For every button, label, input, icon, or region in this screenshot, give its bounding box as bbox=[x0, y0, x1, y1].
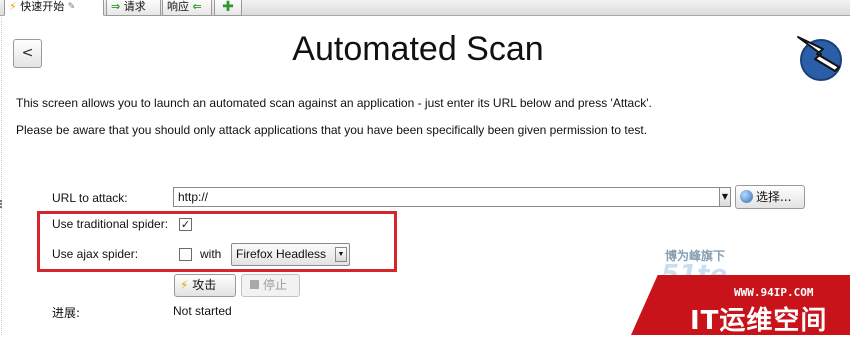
arrow-left-icon: ⇐ bbox=[192, 0, 202, 13]
tab-quick-start-label: 快速开始 bbox=[20, 0, 65, 13]
arrow-right-icon: ⇒ bbox=[111, 0, 121, 13]
watermark-url: WWW.94IP.COM bbox=[734, 286, 814, 299]
stop-button[interactable]: 停止 bbox=[241, 274, 300, 297]
pin-icon: ✎ bbox=[67, 2, 76, 12]
progress-status: Not started bbox=[173, 304, 232, 318]
select-url-button[interactable]: 选择... bbox=[735, 185, 805, 209]
url-label: URL to attack: bbox=[52, 191, 128, 205]
tab-response[interactable]: 响应 ⇐ bbox=[162, 0, 212, 16]
tab-add[interactable]: ✚ bbox=[214, 0, 242, 16]
tab-strip: ⚡ 快速开始 ✎ ⇒ 请求 响应 ⇐ ✚ bbox=[0, 0, 850, 16]
lightning-icon: ⚡ bbox=[180, 278, 189, 292]
intro-text-2: Please be aware that you should only att… bbox=[16, 123, 648, 137]
tab-request-label: 请求 bbox=[123, 0, 146, 13]
page-title: Automated Scan bbox=[292, 30, 544, 68]
progress-label: 进展: bbox=[52, 306, 81, 320]
globe-icon bbox=[740, 190, 753, 203]
attack-button-label: 攻击 bbox=[192, 278, 217, 292]
intro-text-1: This screen allows you to launch an auto… bbox=[16, 96, 652, 110]
tab-request[interactable]: ⇒ 请求 bbox=[106, 0, 161, 16]
attack-button[interactable]: ⚡ 攻击 bbox=[174, 274, 236, 297]
resize-handle[interactable] bbox=[0, 200, 4, 208]
chevron-down-icon: ▼ bbox=[721, 192, 729, 201]
spider-options-highlight bbox=[37, 211, 397, 272]
zap-logo-icon bbox=[797, 36, 842, 81]
plus-icon: ✚ bbox=[222, 0, 234, 15]
url-input[interactable]: http:// bbox=[173, 187, 720, 207]
watermark-brand: IT运维空间 bbox=[690, 306, 828, 336]
stop-button-label: 停止 bbox=[263, 278, 288, 292]
tab-response-label: 响应 bbox=[167, 0, 189, 13]
url-history-dropdown[interactable]: ▼ bbox=[719, 187, 731, 207]
tab-quick-start[interactable]: ⚡ 快速开始 ✎ bbox=[4, 0, 104, 16]
stop-icon bbox=[250, 280, 259, 289]
lightning-icon: ⚡ bbox=[9, 0, 17, 13]
select-url-label: 选择... bbox=[756, 190, 792, 204]
